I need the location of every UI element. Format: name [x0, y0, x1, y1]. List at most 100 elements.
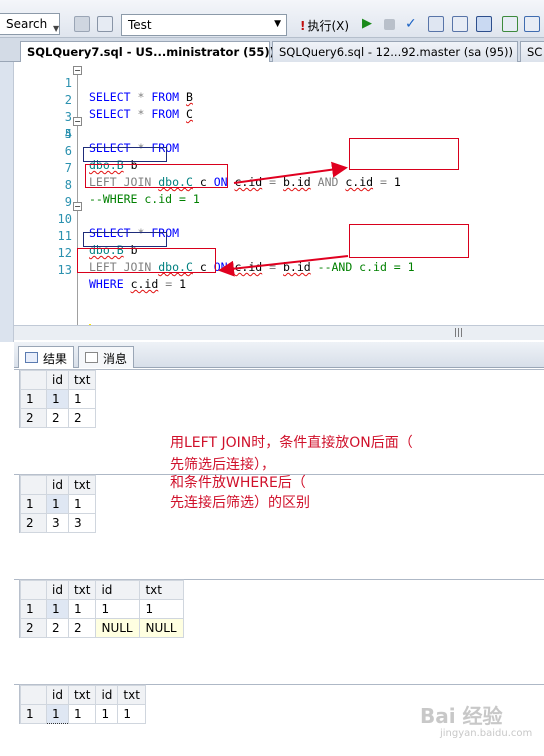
client-statistics-icon[interactable] [524, 16, 540, 32]
table-row[interactable]: 11111 [20, 599, 185, 619]
disabled-tool-icon [74, 16, 90, 32]
cell[interactable]: 1 [67, 389, 97, 409]
cell[interactable]: 1 [95, 704, 119, 724]
search-label: Search [6, 17, 48, 31]
search-box[interactable]: Search [0, 13, 60, 35]
cell[interactable]: 2 [67, 618, 97, 638]
cell[interactable]: 2 [67, 408, 97, 428]
cell[interactable]: 1 [67, 599, 97, 619]
debug-play-icon[interactable]: ▶ [362, 16, 378, 32]
left-join-highlight-1 [83, 147, 167, 162]
cell[interactable]: 2 [46, 618, 69, 638]
column-header[interactable]: txt [139, 580, 185, 600]
row-number: 1 [20, 704, 47, 724]
tab-results[interactable]: 结果 [18, 346, 75, 368]
table-row[interactable]: 222 [20, 408, 97, 428]
row-number: 2 [20, 408, 47, 428]
column-header[interactable]: id [46, 475, 69, 495]
annotation-line: 先筛选后连接）， [170, 457, 275, 473]
tab-sqlquery6[interactable]: SQLQuery6.sql - 12...92.master (sa (95)) [272, 41, 518, 62]
document-tabs: SQLQuery7.sql - US...ministrator (55))* … [0, 38, 544, 63]
parse-check-icon[interactable]: ✓ [405, 16, 421, 32]
tab-sqlquery7[interactable]: SQLQuery7.sql - US...ministrator (55))* [20, 41, 281, 63]
tab-messages[interactable]: 消息 [78, 346, 135, 368]
result-grid-1[interactable]: id txt 111 222 [19, 369, 97, 428]
fold-toggle-icon[interactable]: − [73, 202, 82, 211]
table-row[interactable]: 11111 [20, 704, 146, 724]
scroll-grip-icon[interactable]: ||| [454, 328, 463, 338]
exclamation-icon: ! [300, 19, 306, 33]
column-header[interactable]: id [95, 580, 141, 600]
cell[interactable]: 1 [139, 599, 185, 619]
and-condition-box [349, 138, 459, 170]
code-line: 9 [14, 181, 72, 209]
cell[interactable]: 3 [67, 513, 97, 533]
message-icon [85, 352, 98, 363]
cell[interactable]: 1 [67, 494, 97, 514]
code-text: --WHERE c.id = 1 [89, 192, 200, 206]
null-cell[interactable]: NULL [95, 618, 141, 638]
database-select[interactable]: Test ▼ [121, 14, 287, 36]
table-row[interactable]: 111 [20, 389, 97, 409]
cell[interactable]: 2 [46, 408, 69, 428]
left-join-highlight-2 [83, 232, 167, 247]
row-number: 2 [20, 618, 47, 638]
sql-editor[interactable]: 1 SELECT * FROM B 2 SELECT * FROM C 3 4 … [14, 62, 544, 328]
result-tabs: 结果 消息 [14, 342, 544, 368]
code-line: 7 LEFT JOIN dbo.C c ON c.id = b.id AND c… [14, 147, 401, 189]
estimated-plan-icon[interactable] [428, 16, 444, 32]
outline-line [77, 67, 78, 325]
column-header[interactable]: txt [67, 370, 97, 390]
column-header[interactable]: id [46, 370, 69, 390]
cell[interactable]: 1 [95, 599, 141, 619]
result-grid-3[interactable]: id txt id txt 11111 2 2 2 NULL NULL [19, 579, 185, 638]
results-to-grid-icon[interactable] [476, 16, 492, 32]
table-row[interactable]: 111 [20, 494, 97, 514]
tab-label: SQLQuery7.sql - US...ministrator (55))* [27, 45, 281, 59]
cell[interactable]: 1 [67, 704, 97, 724]
null-cell[interactable]: NULL [139, 618, 185, 638]
execute-button[interactable]: ! 执行(X) [300, 17, 349, 34]
cell[interactable]: 1 [46, 494, 69, 514]
cell[interactable]: 1 [117, 704, 146, 724]
code-line: 8 --WHERE c.id = 1 [14, 164, 200, 206]
execute-label: 执行(X) [307, 19, 350, 33]
stop-icon[interactable] [384, 19, 395, 30]
result-grid-2[interactable]: id txt 111 233 [19, 474, 97, 533]
cell[interactable]: 3 [46, 513, 69, 533]
tab-label: SQLQuery6.sql - 12...92.master (sa (95)) [279, 45, 513, 59]
table-row[interactable]: 233 [20, 513, 97, 533]
code-text: SELECT * FROM C [89, 107, 193, 121]
result-grid-4[interactable]: id txt id txt 11111 [19, 684, 146, 724]
left-margin [0, 62, 14, 342]
search-dropdown-icon[interactable]: ▼ [53, 24, 59, 33]
cell[interactable]: 1 [46, 599, 69, 619]
column-header[interactable]: txt [67, 685, 97, 705]
table-row[interactable]: 2 2 2 NULL NULL [20, 618, 185, 638]
column-header[interactable]: txt [117, 685, 146, 705]
code-text: SELECT * FROM B [89, 90, 193, 104]
cell[interactable]: 1 [46, 704, 69, 724]
column-header[interactable]: txt [67, 580, 97, 600]
where-comment-box [85, 164, 228, 188]
code-line: 5 SELECT * FROM [14, 113, 179, 155]
query-options-icon[interactable] [97, 16, 113, 32]
chevron-down-icon: ▼ [274, 19, 281, 29]
column-header[interactable]: txt [67, 475, 97, 495]
horizontal-scrollbar[interactable]: ||| [14, 325, 544, 340]
fold-toggle-icon[interactable]: − [73, 117, 82, 126]
include-plan-icon[interactable] [502, 16, 518, 32]
fold-toggle-icon[interactable]: − [73, 66, 82, 75]
code-line: 13 WHERE c.id = 1 [14, 249, 186, 291]
row-number: 2 [20, 513, 47, 533]
cell[interactable]: 1 [46, 389, 69, 409]
column-header[interactable]: id [95, 685, 119, 705]
line-number: 13 [57, 263, 72, 277]
column-header[interactable]: id [46, 685, 69, 705]
query-designer-icon[interactable] [452, 16, 468, 32]
code-line: 2 SELECT * FROM C [14, 79, 193, 121]
annotation-line: 和条件放WHERE后（ [170, 475, 306, 491]
tab-other[interactable]: SC [520, 41, 544, 62]
column-header[interactable]: id [46, 580, 69, 600]
code-line: 3 [14, 96, 72, 124]
